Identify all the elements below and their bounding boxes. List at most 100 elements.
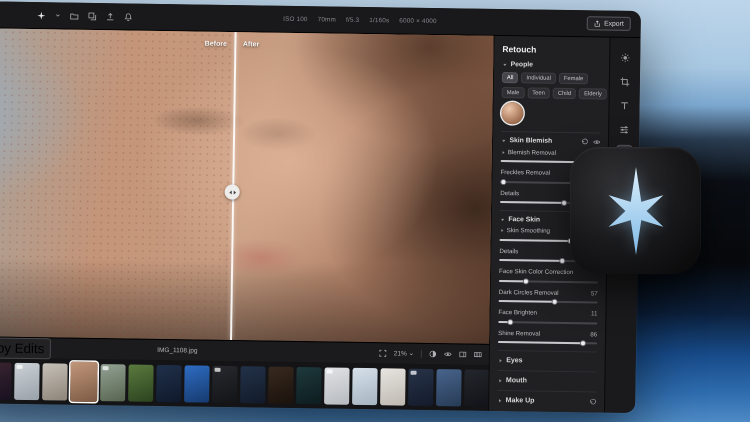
people-label: People bbox=[511, 61, 533, 68]
slider-knob[interactable] bbox=[561, 200, 567, 206]
slider-label: Details bbox=[499, 247, 518, 254]
filmstrip-thumbnail[interactable] bbox=[156, 364, 182, 401]
people-filter-teen[interactable]: Teen bbox=[527, 87, 550, 98]
slider-track[interactable] bbox=[498, 320, 597, 323]
filmstrip-thumbnail[interactable] bbox=[324, 367, 350, 404]
people-filter-all[interactable]: All bbox=[502, 72, 519, 83]
slider-fill bbox=[499, 300, 555, 303]
slider-knob[interactable] bbox=[507, 319, 513, 325]
logo-star-icon[interactable] bbox=[37, 11, 46, 20]
section-label: Eyes bbox=[506, 357, 522, 364]
chevron-down-icon[interactable] bbox=[55, 12, 61, 18]
albums-icon[interactable] bbox=[88, 11, 97, 20]
magic-icon bbox=[620, 52, 630, 62]
section-label: Make Up bbox=[506, 397, 535, 404]
filmstrip-thumbnail[interactable] bbox=[352, 367, 378, 404]
slider-label: Dark Circles Removal bbox=[499, 288, 559, 296]
photo-canvas[interactable]: Before After bbox=[0, 28, 494, 344]
slider-dark-circles-removal: Dark Circles Removal57 bbox=[499, 288, 598, 303]
people-filter-row-1: AllIndividualFemale bbox=[502, 72, 601, 84]
export-icon bbox=[594, 20, 601, 27]
tool-sliders[interactable] bbox=[617, 122, 632, 137]
panel-ic-icon[interactable] bbox=[459, 350, 467, 358]
bell-icon[interactable] bbox=[124, 12, 133, 21]
upload-icon[interactable] bbox=[106, 12, 115, 21]
filmstrip-thumbnail[interactable] bbox=[464, 369, 489, 406]
slider-fill bbox=[500, 201, 564, 204]
filmstrip-thumbnail[interactable] bbox=[0, 362, 12, 399]
filmstrip-thumbnail[interactable] bbox=[42, 363, 68, 400]
slider-value: 86 bbox=[590, 331, 597, 338]
slider-label: Freckles Removal bbox=[500, 169, 550, 177]
toolbar-icon-group bbox=[37, 11, 133, 21]
filmstrip-thumbnail[interactable] bbox=[100, 364, 126, 401]
filmstrip-thumbnail[interactable] bbox=[380, 368, 406, 405]
eye-icon[interactable] bbox=[444, 350, 452, 358]
app-window: ISO 10070mmf/5.31/160s6000 × 4000 Export… bbox=[0, 1, 641, 413]
exif-segment: 6000 × 4000 bbox=[399, 17, 437, 25]
people-filter-elderly[interactable]: Elderly bbox=[579, 88, 607, 99]
filename-label: IMG_1108.jpg bbox=[0, 343, 399, 357]
people-section-header[interactable]: People bbox=[502, 61, 601, 69]
evoto-app-icon bbox=[570, 147, 701, 274]
slider-knob[interactable] bbox=[560, 258, 566, 264]
crop-icon bbox=[620, 76, 630, 86]
slider-track[interactable] bbox=[499, 279, 598, 282]
export-label: Export bbox=[604, 20, 624, 27]
filmstrip-thumbnail[interactable] bbox=[268, 366, 294, 403]
section-eyes[interactable]: Eyes bbox=[498, 350, 597, 371]
divider-handle[interactable] bbox=[225, 185, 240, 200]
caret-down-icon bbox=[501, 138, 507, 144]
thumbnail-badge bbox=[411, 370, 417, 374]
eye-icon[interactable] bbox=[592, 138, 600, 146]
zoom-dropdown[interactable]: 21% bbox=[394, 350, 414, 357]
copy-edits-button[interactable]: Copy Edits bbox=[0, 337, 51, 359]
undo-icon[interactable] bbox=[581, 138, 589, 146]
filmstrip-thumbnail[interactable] bbox=[296, 366, 322, 403]
fit-screen-icon[interactable] bbox=[379, 349, 387, 357]
slider-value: 11 bbox=[591, 310, 598, 317]
tool-text-tool[interactable] bbox=[617, 98, 632, 113]
collapsed-sections: Eyes Mouth Make Up bbox=[497, 350, 597, 412]
filmstrip-thumbnail[interactable] bbox=[212, 365, 238, 402]
people-filter-female[interactable]: Female bbox=[559, 73, 589, 84]
people-filter-child[interactable]: Child bbox=[553, 88, 576, 99]
slider-label: Blemish Removal bbox=[508, 149, 556, 157]
slider-track[interactable] bbox=[499, 300, 598, 303]
split-icon[interactable] bbox=[429, 350, 437, 358]
slider-knob[interactable] bbox=[552, 299, 558, 305]
divider bbox=[421, 350, 422, 358]
filmstrip-thumbnail[interactable] bbox=[128, 364, 154, 401]
slider-face-skin-color-correction: Face Skin Color Correction bbox=[499, 268, 598, 283]
export-button[interactable]: Export bbox=[587, 16, 631, 31]
filmstrip-thumbnail[interactable] bbox=[14, 362, 40, 399]
slider-knob[interactable] bbox=[523, 278, 529, 284]
face-avatar[interactable] bbox=[501, 102, 523, 124]
people-filter-individual[interactable]: Individual bbox=[521, 72, 556, 84]
slider-track[interactable] bbox=[498, 341, 597, 344]
thumbnail-badge bbox=[17, 364, 23, 368]
filmstrip-thumbnail[interactable] bbox=[240, 366, 266, 403]
filmstrip-thumbnail[interactable] bbox=[436, 369, 462, 406]
tool-magic[interactable] bbox=[618, 50, 633, 65]
folder-icon[interactable] bbox=[70, 11, 79, 20]
six-point-star-logo bbox=[592, 167, 680, 255]
slider-knob[interactable] bbox=[580, 340, 586, 346]
slider-fill bbox=[498, 341, 583, 344]
filmstrip-thumbnail[interactable] bbox=[408, 368, 434, 405]
filmstrip-thumbnail[interactable] bbox=[184, 365, 210, 402]
undo-icon[interactable] bbox=[589, 398, 597, 406]
people-filter-male[interactable]: Male bbox=[502, 87, 525, 98]
section-make-up[interactable]: Make Up bbox=[497, 390, 596, 412]
exif-segment: 1/160s bbox=[369, 17, 389, 24]
filmstrip-thumbnail-selected[interactable] bbox=[70, 362, 98, 402]
slider-fill bbox=[500, 238, 571, 241]
skin-blemish-section-header[interactable]: Skin Blemish bbox=[501, 137, 600, 146]
tool-crop[interactable] bbox=[617, 74, 632, 89]
section-mouth[interactable]: Mouth bbox=[497, 370, 596, 391]
caret-right-icon bbox=[500, 228, 505, 233]
caret-right-icon bbox=[497, 398, 503, 404]
filmstrip-toggle-icon[interactable] bbox=[474, 351, 482, 359]
slider-knob[interactable] bbox=[500, 178, 506, 184]
text-tool-icon bbox=[619, 100, 629, 110]
